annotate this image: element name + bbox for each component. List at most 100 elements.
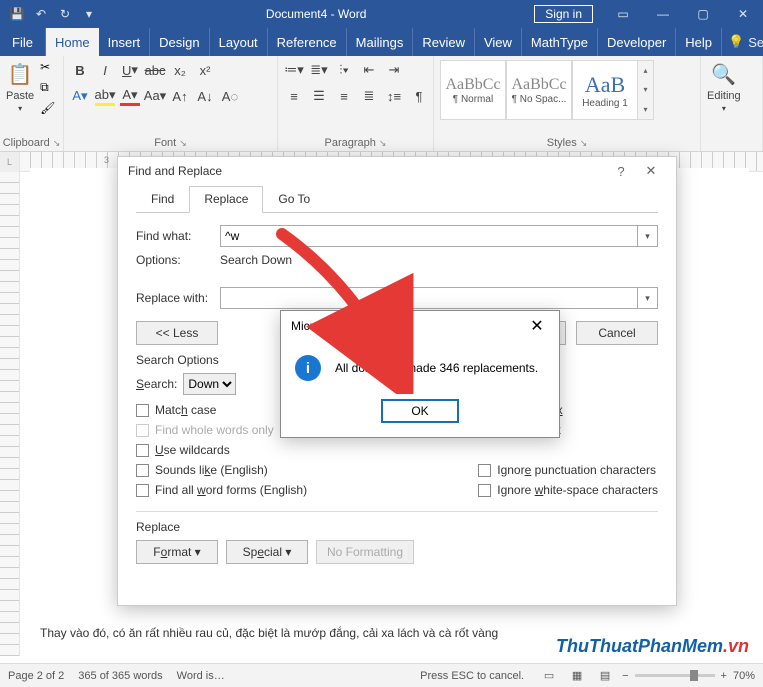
word-forms-checkbox[interactable]: Find all word forms (English) <box>136 483 307 497</box>
text-effects-icon[interactable]: A▾ <box>70 86 90 106</box>
help-icon[interactable]: ? <box>606 164 636 179</box>
align-left-icon[interactable]: ≡ <box>284 86 304 106</box>
ribbon-options-icon[interactable]: ▭ <box>603 0 643 28</box>
tab-view[interactable]: View <box>475 28 522 56</box>
justify-icon[interactable]: ≣ <box>359 86 379 106</box>
shrink-font-icon[interactable]: A↓ <box>195 86 215 106</box>
increase-indent-icon[interactable]: ⇥ <box>384 60 404 80</box>
cancel-button[interactable]: Cancel <box>576 321 658 345</box>
sounds-like-checkbox[interactable]: Sounds like (English) <box>136 463 307 477</box>
show-marks-icon[interactable]: ¶ <box>409 86 429 106</box>
tab-file[interactable]: File <box>0 28 46 56</box>
read-mode-icon[interactable]: ▭ <box>538 667 560 685</box>
tab-goto[interactable]: Go To <box>263 186 325 213</box>
line-spacing-icon[interactable]: ↕≡ <box>384 86 404 106</box>
strikethrough-icon[interactable]: abc <box>145 60 165 80</box>
styles-gallery[interactable]: AaBbCc¶ Normal AaBbCc¶ No Spac... AaBHea… <box>440 60 654 120</box>
tab-layout[interactable]: Layout <box>210 28 268 56</box>
tab-home[interactable]: Home <box>46 28 99 56</box>
zoom-out-icon[interactable]: − <box>622 670 628 682</box>
redo-icon[interactable]: ↻ <box>56 5 74 23</box>
chevron-down-icon: ▾ <box>18 104 22 113</box>
find-what-input[interactable] <box>220 225 638 247</box>
use-wildcards-checkbox[interactable]: Use wildcards <box>136 443 307 457</box>
tab-find[interactable]: Find <box>136 186 189 213</box>
language-indicator[interactable]: Word is… <box>177 670 225 682</box>
tab-review[interactable]: Review <box>413 28 475 56</box>
tab-references[interactable]: Reference <box>268 28 347 56</box>
print-layout-icon[interactable]: ▦ <box>566 667 588 685</box>
word-count[interactable]: 365 of 365 words <box>78 670 162 682</box>
cut-icon[interactable]: ✂ <box>40 60 55 74</box>
align-right-icon[interactable]: ≡ <box>334 86 354 106</box>
ignore-punctuation-checkbox[interactable]: Ignore punctuation characters <box>478 463 658 477</box>
dialog-launcher-icon[interactable]: ↘ <box>53 138 61 149</box>
sign-in-button[interactable]: Sign in <box>534 5 593 23</box>
editing-menu[interactable]: 🔍Editing▾ <box>707 60 741 113</box>
align-center-icon[interactable]: ☰ <box>309 86 329 106</box>
dialog-launcher-icon[interactable]: ↘ <box>179 138 187 149</box>
replace-history-dropdown[interactable]: ▾ <box>638 287 658 309</box>
style-heading1[interactable]: AaBHeading 1 <box>572 60 638 120</box>
zoom-slider[interactable] <box>635 674 715 677</box>
gallery-expand-icon[interactable]: ▴▾▾ <box>638 60 654 120</box>
save-icon[interactable]: 💾 <box>8 5 26 23</box>
tab-developer[interactable]: Developer <box>598 28 676 56</box>
find-history-dropdown[interactable]: ▾ <box>638 225 658 247</box>
no-formatting-button[interactable]: No Formatting <box>316 540 414 564</box>
quick-access-toolbar: 💾 ↶ ↻ ▾ <box>0 5 98 23</box>
message-text: All done. We made 346 replacements. <box>335 361 538 375</box>
decrease-indent-icon[interactable]: ⇤ <box>359 60 379 80</box>
title-bar: 💾 ↶ ↻ ▾ Document4 - Word Sign in ▭ ― ▢ ✕ <box>0 0 763 28</box>
tab-mathtype[interactable]: MathType <box>522 28 598 56</box>
style-normal[interactable]: AaBbCc¶ Normal <box>440 60 506 120</box>
dialog-launcher-icon[interactable]: ↘ <box>580 138 588 149</box>
underline-icon[interactable]: U▾ <box>120 60 140 80</box>
page-indicator[interactable]: Page 2 of 2 <box>8 670 64 682</box>
tab-design[interactable]: Design <box>150 28 209 56</box>
tab-insert[interactable]: Insert <box>99 28 151 56</box>
italic-icon[interactable]: I <box>95 60 115 80</box>
tell-me-search[interactable]: 💡 Search <box>728 28 763 56</box>
maximize-icon[interactable]: ▢ <box>683 0 723 28</box>
bold-icon[interactable]: B <box>70 60 90 80</box>
tab-replace[interactable]: Replace <box>189 186 263 213</box>
numbering-icon[interactable]: ≣▾ <box>309 60 329 80</box>
ignore-whitespace-checkbox[interactable]: Ignore white-space characters <box>478 483 658 497</box>
minimize-icon[interactable]: ― <box>643 0 683 28</box>
multilevel-icon[interactable]: ⫶▾ <box>334 60 354 80</box>
format-button[interactable]: Format ▾ <box>136 540 218 564</box>
style-no-spacing[interactable]: AaBbCc¶ No Spac... <box>506 60 572 120</box>
web-layout-icon[interactable]: ▤ <box>594 667 616 685</box>
bullets-icon[interactable]: ≔▾ <box>284 60 304 80</box>
ok-button[interactable]: OK <box>381 399 459 423</box>
grow-font-icon[interactable]: A↑ <box>170 86 190 106</box>
tab-selector-icon[interactable]: L <box>0 152 20 172</box>
close-icon[interactable]: ✕ <box>636 163 666 179</box>
less-button[interactable]: << Less <box>136 321 218 345</box>
zoom-level[interactable]: 70% <box>733 670 755 682</box>
paste-button[interactable]: 📋 Paste ▾ <box>6 60 34 113</box>
tab-mailings[interactable]: Mailings <box>347 28 414 56</box>
close-icon[interactable]: ✕ <box>525 316 549 336</box>
undo-icon[interactable]: ↶ <box>32 5 50 23</box>
zoom-in-icon[interactable]: + <box>721 670 727 682</box>
dialog-launcher-icon[interactable]: ↘ <box>379 138 387 149</box>
tab-help[interactable]: Help <box>676 28 722 56</box>
qat-dropdown-icon[interactable]: ▾ <box>80 5 98 23</box>
lightbulb-icon: 💡 <box>728 34 744 50</box>
replace-with-input[interactable] <box>220 287 638 309</box>
search-direction-select[interactable]: Down <box>183 373 236 395</box>
clear-formatting-icon[interactable]: A◌ <box>220 86 240 106</box>
vertical-ruler[interactable] <box>0 172 20 656</box>
format-painter-icon[interactable]: 🖌 <box>40 101 55 115</box>
special-button[interactable]: Special ▾ <box>226 540 308 564</box>
superscript-icon[interactable]: x² <box>195 60 215 80</box>
font-color-icon[interactable]: A▾ <box>120 86 140 106</box>
change-case-icon[interactable]: Aa▾ <box>145 86 165 106</box>
subscript-icon[interactable]: x₂ <box>170 60 190 80</box>
copy-icon[interactable]: ⧉ <box>40 80 55 95</box>
close-icon[interactable]: ✕ <box>723 0 763 28</box>
highlight-icon[interactable]: ab▾ <box>95 86 115 106</box>
ribbon-tabs: File Home Insert Design Layout Reference… <box>0 28 763 56</box>
